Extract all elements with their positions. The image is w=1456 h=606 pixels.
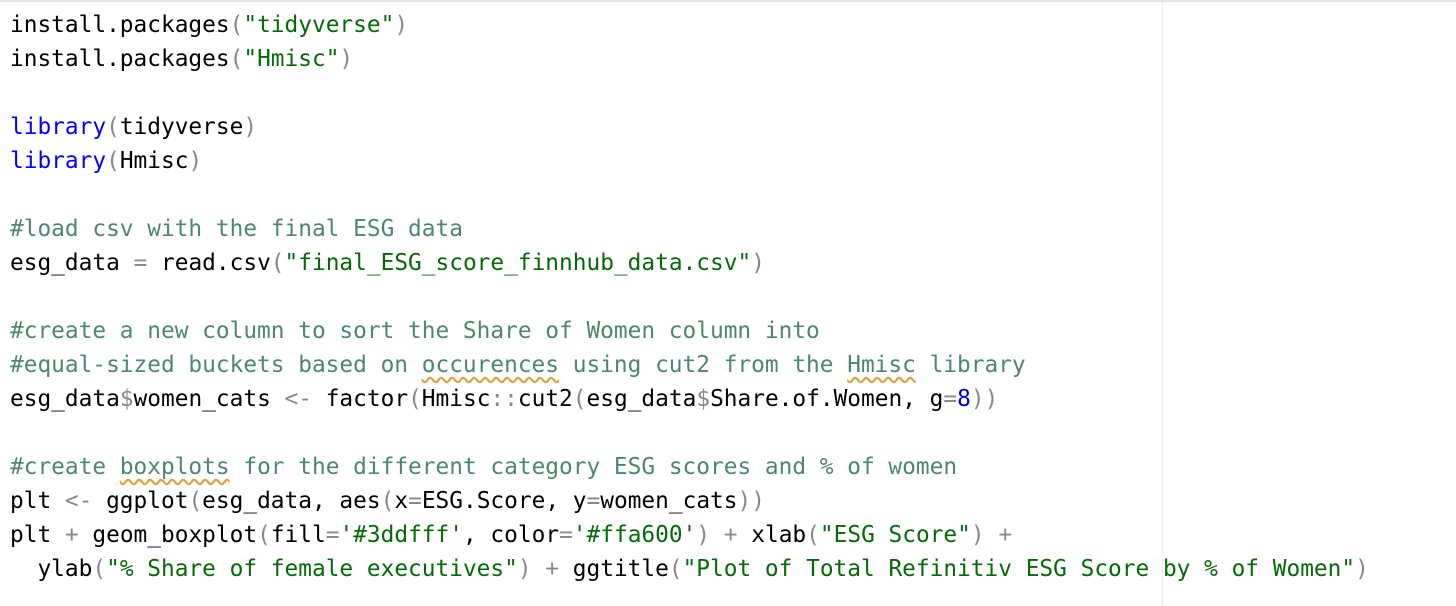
code-line[interactable]: plt + geom_boxplot(fill='#3ddfff', color… (10, 518, 1369, 552)
code-comment-line[interactable]: #load csv with the final ESG data (10, 212, 1369, 246)
spellcheck-word[interactable]: occurences (422, 352, 559, 378)
code-comment-line[interactable]: #equal-sized buckets based on occurences… (10, 348, 1369, 382)
code-line[interactable]: library(Hmisc) (10, 144, 1369, 178)
code-line[interactable]: library(tidyverse) (10, 110, 1369, 144)
code-editor[interactable]: install.packages("tidyverse") install.pa… (0, 0, 1456, 606)
spellcheck-word[interactable]: Hmisc (847, 352, 916, 378)
code-line[interactable]: install.packages("Hmisc") (10, 42, 1369, 76)
code-line-empty[interactable] (10, 178, 1369, 212)
code-comment-line[interactable]: #create boxplots for the different categ… (10, 450, 1369, 484)
code-line-empty[interactable] (10, 416, 1369, 450)
code-line-empty[interactable] (10, 280, 1369, 314)
code-line[interactable]: esg_data = read.csv("final_ESG_score_fin… (10, 246, 1369, 280)
code-line-empty[interactable] (10, 76, 1369, 110)
code-line[interactable]: ylab("% Share of female executives") + g… (10, 552, 1368, 586)
code-area[interactable]: install.packages("tidyverse") install.pa… (10, 8, 1369, 586)
code-line[interactable]: esg_data$women_cats <- factor(Hmisc::cut… (10, 382, 1369, 416)
spellcheck-word[interactable]: boxplots (120, 454, 230, 480)
code-line[interactable]: install.packages("tidyverse") (10, 8, 1369, 42)
code-comment-line[interactable]: #create a new column to sort the Share o… (10, 314, 1369, 348)
code-line[interactable]: plt <- ggplot(esg_data, aes(x=ESG.Score,… (10, 484, 1369, 518)
